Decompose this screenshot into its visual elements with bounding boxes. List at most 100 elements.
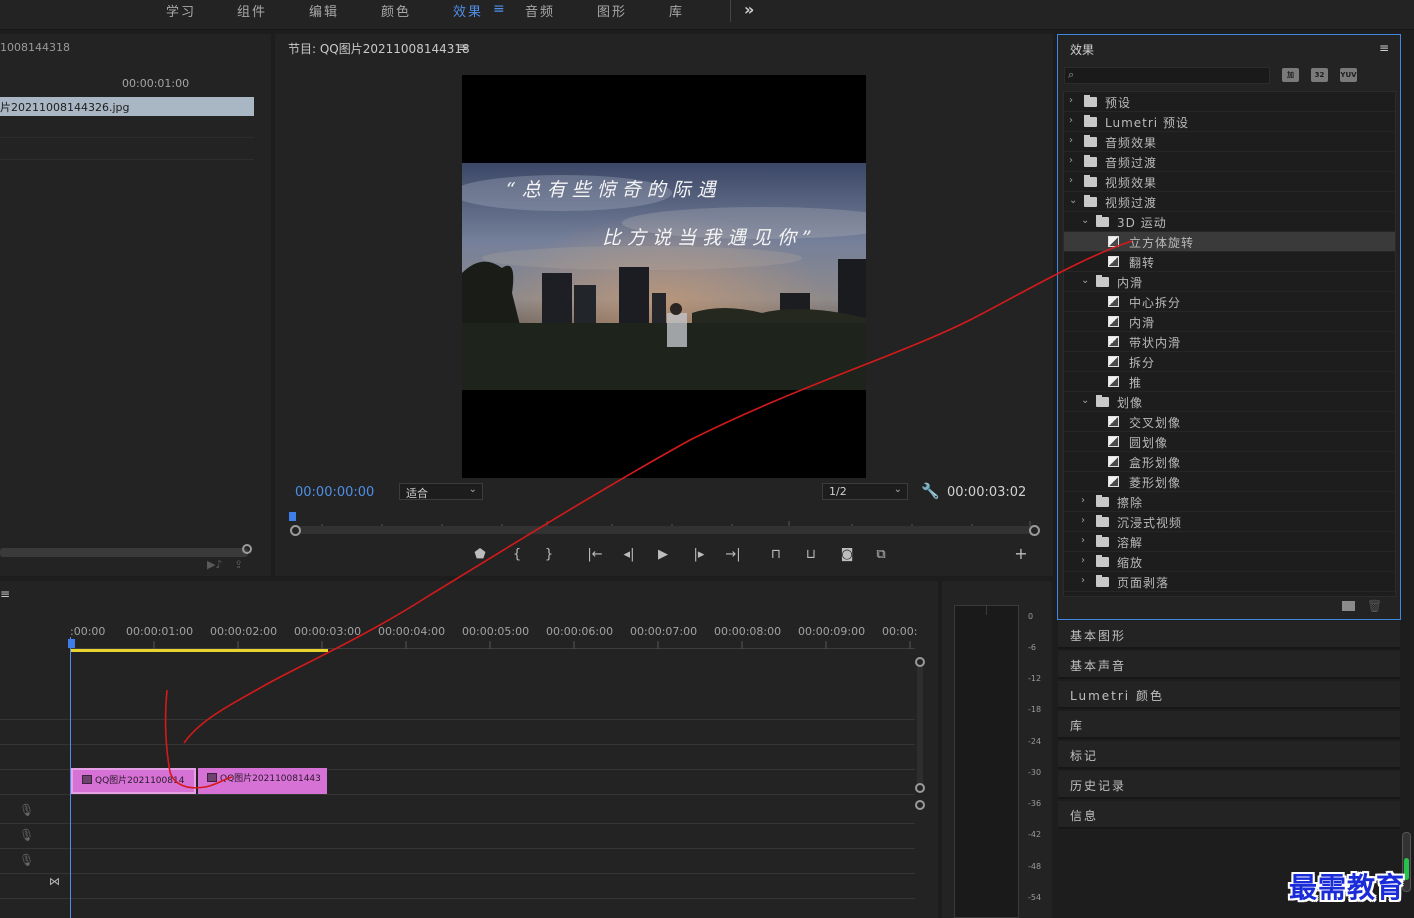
effects-folder-row[interactable]: › 擦除 <box>1064 492 1395 512</box>
workspace-tab-libraries[interactable]: 库 <box>669 1 684 20</box>
settings-wrench-icon[interactable]: 🔧 <box>921 482 940 500</box>
effects-folder-row[interactable]: › 溶解 <box>1064 532 1395 552</box>
effects-folder-row[interactable]: › 视频效果 <box>1064 172 1395 192</box>
workspace-tab-graphics[interactable]: 图形 <box>597 1 627 20</box>
zoom-level-select[interactable]: 适合 ⌄ <box>399 483 483 500</box>
button-editor-icon[interactable]: + <box>1011 544 1031 563</box>
chevron-right-icon[interactable]: › <box>1069 115 1073 126</box>
mark-out-icon[interactable]: } <box>539 547 559 562</box>
effects-folder-row[interactable]: › 缩放 <box>1064 552 1395 572</box>
panel-history[interactable]: 历史记录 <box>1058 771 1400 799</box>
scroll-handle[interactable] <box>915 800 925 810</box>
effects-item-row[interactable]: 菱形划像 <box>1064 472 1395 492</box>
panel-libraries[interactable]: 库 <box>1058 711 1400 739</box>
lift-icon[interactable]: ⊓ <box>766 547 786 562</box>
chevron-right-icon[interactable]: › <box>1081 575 1085 586</box>
workspace-tab-audio[interactable]: 音频 <box>525 1 555 20</box>
effects-folder-row[interactable]: › 音频过渡 <box>1064 152 1395 172</box>
work-area-bar[interactable] <box>70 649 328 652</box>
step-back-icon[interactable]: ◂| <box>619 547 639 562</box>
effects-search-input[interactable]: ⌕ <box>1064 67 1270 84</box>
source-clip[interactable]: 片20211008144326.jpg <box>0 97 254 116</box>
effects-item-row[interactable]: 带状内滑 <box>1064 332 1395 352</box>
panel-info[interactable]: 信息 <box>1058 801 1400 829</box>
workspace-menu-icon[interactable]: ≡ <box>493 1 505 17</box>
chevron-down-icon[interactable]: ⌄ <box>1081 215 1089 226</box>
chevron-right-icon[interactable]: › <box>1081 495 1085 506</box>
effects-folder-row[interactable]: › Lumetri 预设 <box>1064 112 1395 132</box>
scroll-handle[interactable] <box>915 783 925 793</box>
panel-markers[interactable]: 标记 <box>1058 741 1400 769</box>
panel-essential-sound[interactable]: 基本声音 <box>1058 651 1400 679</box>
workspace-tab-learn[interactable]: 学习 <box>166 1 196 20</box>
comparison-view-icon[interactable]: ⧉ <box>871 547 891 562</box>
source-scrollbar[interactable] <box>0 548 248 557</box>
effects-item-row[interactable]: 盒形划像 <box>1064 452 1395 472</box>
mix-track-icon[interactable]: ⋈ <box>49 875 60 888</box>
voiceover-mic-icon[interactable]: 🎙 <box>19 828 34 842</box>
zoom-handle-right[interactable] <box>1029 525 1040 536</box>
effects-folder-row[interactable]: ⌄ 3D 运动 <box>1064 212 1395 232</box>
chevron-down-icon[interactable]: ⌄ <box>1081 395 1089 406</box>
chevron-down-icon[interactable]: ⌄ <box>1081 275 1089 286</box>
effects-item-row[interactable]: 拆分 <box>1064 352 1395 372</box>
effects-folder-row[interactable]: › 页面剥落 <box>1064 572 1395 592</box>
play-icon[interactable]: ▶ <box>653 547 673 562</box>
add-marker-icon[interactable]: ⬟ <box>470 547 490 562</box>
yuv-effects-button[interactable]: YUV <box>1340 68 1357 82</box>
effects-item-row[interactable]: 翻转 <box>1064 252 1395 272</box>
new-bin-icon[interactable] <box>1342 601 1355 611</box>
video-tracks-scrollbar[interactable] <box>917 663 923 789</box>
timeline-clip[interactable]: QQ图片202110081443 <box>198 768 327 794</box>
scroll-handle[interactable] <box>915 657 925 667</box>
timeline-menu-icon[interactable]: ≡ <box>0 587 10 601</box>
effects-item-row[interactable]: 交叉划像 <box>1064 412 1395 432</box>
chevron-right-icon[interactable]: › <box>1069 95 1073 106</box>
more-workspaces-icon[interactable]: » <box>744 0 754 19</box>
zoom-handle-left[interactable] <box>290 525 301 536</box>
workspace-tab-effects[interactable]: 效果 <box>453 1 483 20</box>
resolution-select[interactable]: 1/2 ⌄ <box>822 483 908 500</box>
chevron-right-icon[interactable]: › <box>1069 175 1073 186</box>
effects-folder-row[interactable]: ⌄ 视频过渡 <box>1064 192 1395 212</box>
source-scroll-handle[interactable] <box>242 544 252 554</box>
chevron-right-icon[interactable]: › <box>1069 155 1073 166</box>
program-playhead[interactable] <box>289 512 296 521</box>
audio-drag-icon[interactable]: ▶♪ <box>207 558 222 571</box>
playhead-timecode[interactable]: 00:00:00:00 <box>295 485 374 500</box>
voiceover-mic-icon[interactable]: 🎙 <box>19 803 34 817</box>
program-menu-icon[interactable]: ≡ <box>458 40 468 54</box>
timeline-playhead-line[interactable] <box>70 637 71 918</box>
export-frame-icon[interactable]: ◙ <box>837 547 857 562</box>
workspace-tab-editing[interactable]: 编辑 <box>309 1 339 20</box>
effects-menu-icon[interactable]: ≡ <box>1379 41 1389 55</box>
timeline-clip[interactable]: QQ图片2021100814 <box>71 768 196 794</box>
effects-item-row[interactable]: 推 <box>1064 372 1395 392</box>
zoom-scrollbar[interactable] <box>293 526 1037 534</box>
effects-item-row[interactable]: 立方体旋转 <box>1064 232 1395 252</box>
timeline-playhead[interactable] <box>68 639 75 648</box>
panel-lumetri-color[interactable]: Lumetri 颜色 <box>1058 681 1400 709</box>
effects-item-row[interactable]: 内滑 <box>1064 312 1395 332</box>
effects-item-row[interactable]: 圆划像 <box>1064 432 1395 452</box>
step-forward-icon[interactable]: |▸ <box>689 547 709 562</box>
effects-folder-row[interactable]: › 预设 <box>1064 92 1395 112</box>
voiceover-mic-icon[interactable]: 🎙 <box>19 853 34 867</box>
chevron-right-icon[interactable]: › <box>1081 535 1085 546</box>
chevron-right-icon[interactable]: › <box>1081 515 1085 526</box>
workspace-tab-color[interactable]: 颜色 <box>381 1 411 20</box>
effects-item-row[interactable]: 中心拆分 <box>1064 292 1395 312</box>
accelerated-effects-button[interactable]: 加 <box>1282 68 1299 82</box>
extract-icon[interactable]: ⊔ <box>801 547 821 562</box>
chevron-right-icon[interactable]: › <box>1081 555 1085 566</box>
chevron-down-icon[interactable]: ⌄ <box>1069 195 1077 206</box>
effects-folder-row[interactable]: ⌄ 内滑 <box>1064 272 1395 292</box>
effects-folder-row[interactable]: › 沉浸式视频 <box>1064 512 1395 532</box>
trash-icon[interactable]: 🗑 <box>1367 599 1382 613</box>
chevron-right-icon[interactable]: › <box>1069 135 1073 146</box>
go-to-out-icon[interactable]: →| <box>723 547 743 562</box>
effects-folder-row[interactable]: ⌄ 划像 <box>1064 392 1395 412</box>
go-to-in-icon[interactable]: |← <box>585 547 605 562</box>
export-icon[interactable]: ⇪ <box>234 558 243 571</box>
effects-folder-row[interactable]: › 音频效果 <box>1064 132 1395 152</box>
